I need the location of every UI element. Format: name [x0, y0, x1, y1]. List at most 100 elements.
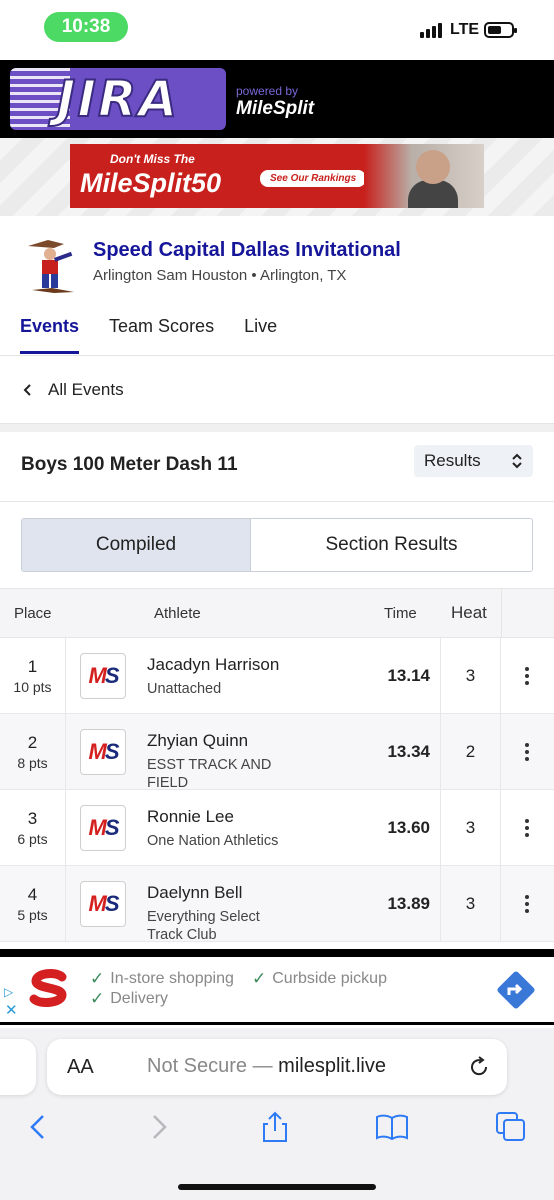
- event-title: Boys 100 Meter Dash 11: [21, 454, 238, 475]
- column-time: Time: [384, 605, 417, 622]
- cellular-signal-icon: [420, 22, 442, 38]
- results-view-select[interactable]: Results: [414, 445, 533, 477]
- bookmarks-icon[interactable]: [375, 1110, 409, 1144]
- directions-icon[interactable]: [493, 967, 539, 1013]
- browser-toolbar: AA Not Secure — milesplit.live: [0, 1028, 554, 1200]
- more-options-icon[interactable]: [515, 736, 539, 768]
- more-options-icon[interactable]: [515, 660, 539, 692]
- athlete-cell: Jacadyn Harrison Unattached: [147, 655, 347, 698]
- athlete-team: ESST TRACK AND FIELD: [147, 757, 272, 791]
- ad-feature: ✓ Curbside pickup: [252, 969, 387, 988]
- ad-cta-button[interactable]: See Our Rankings: [260, 170, 367, 187]
- share-icon[interactable]: [258, 1110, 292, 1144]
- home-indicator: [178, 1184, 376, 1190]
- ad-area: Don't Miss The MileSplit50 See Our Ranki…: [0, 138, 554, 216]
- result-time: 13.89: [387, 894, 430, 913]
- team-logo: MS: [80, 881, 126, 927]
- close-ad-icon[interactable]: ✕: [5, 1001, 18, 1019]
- milesplit-logo[interactable]: MileSplit: [236, 98, 314, 120]
- segment-compiled[interactable]: Compiled: [22, 519, 251, 571]
- network-type: LTE: [450, 21, 480, 38]
- place-number: 2: [27, 733, 38, 752]
- table-row[interactable]: 3 6 pts MS Ronnie Lee One Nation Athleti…: [0, 790, 554, 866]
- place-number: 1: [27, 657, 38, 676]
- back-icon[interactable]: [22, 1110, 56, 1144]
- domain-label: milesplit.live: [278, 1055, 386, 1077]
- tabs-icon[interactable]: [494, 1110, 528, 1144]
- milesplit50-ad-banner[interactable]: Don't Miss The MileSplit50 See Our Ranki…: [70, 144, 484, 208]
- ad-runner-head: [416, 150, 450, 184]
- team-logo: MS: [80, 653, 126, 699]
- place-cell: 2 8 pts: [0, 714, 66, 789]
- ad-headline: MileSplit50: [80, 168, 222, 198]
- heat-number: 3: [440, 638, 501, 713]
- table-row[interactable]: 4 5 pts MS Daelynn Bell Everything Selec…: [0, 866, 554, 944]
- more-options-icon[interactable]: [515, 812, 539, 844]
- back-label: All Events: [48, 379, 124, 399]
- meet-tabs: Events Team Scores Live: [20, 316, 277, 354]
- back-to-all-events[interactable]: All Events: [0, 356, 554, 424]
- result-time: 13.60: [387, 818, 430, 837]
- store-logo-icon: [27, 969, 71, 1007]
- result-time: 13.34: [387, 742, 430, 761]
- checkmark-icon: ✓: [90, 969, 105, 988]
- ad-feature: ✓ Delivery: [90, 989, 169, 1008]
- place-cell: 3 6 pts: [0, 790, 66, 865]
- site-header: JIRA powered by MileSplit: [0, 60, 554, 138]
- school-mascot-logo: [28, 240, 74, 293]
- ad-choices-icon[interactable]: ▷: [4, 985, 13, 999]
- table-row[interactable]: 1 10 pts MS Jacadyn Harrison Unattached …: [0, 638, 554, 714]
- place-points: 5 pts: [17, 907, 48, 923]
- chevron-left-icon: [23, 383, 31, 396]
- forward-icon[interactable]: [141, 1110, 175, 1144]
- tab-events[interactable]: Events: [20, 316, 80, 354]
- more-options-icon[interactable]: [515, 888, 539, 920]
- results-table: Place Athlete Time Heat 1 10 pts MS Jaca…: [0, 588, 554, 944]
- place-points: 8 pts: [17, 755, 48, 771]
- athlete-name[interactable]: Zhyian Quinn: [147, 731, 287, 751]
- column-place: Place: [14, 605, 52, 622]
- athlete-team: Everything Select Track Club: [147, 909, 260, 943]
- checkmark-icon: ✓: [252, 969, 267, 988]
- ad-divider: [0, 949, 554, 957]
- table-row[interactable]: 2 8 pts MS Zhyian Quinn ESST TRACK AND F…: [0, 714, 554, 791]
- previous-tab-preview[interactable]: [0, 1039, 36, 1095]
- jira-logo[interactable]: JIRA: [10, 68, 226, 130]
- battery-icon: [484, 22, 517, 38]
- address-bar[interactable]: AA Not Secure — milesplit.live: [47, 1039, 507, 1095]
- section-divider: [0, 424, 554, 432]
- heat-number: 2: [440, 714, 501, 789]
- team-logo: MS: [80, 729, 126, 775]
- bottom-ad[interactable]: ▷ ✕ ✓ In-store shopping ✓ Curbside pickup …: [0, 957, 554, 1025]
- status-time: 10:38: [44, 12, 128, 42]
- results-select-value: Results: [424, 451, 481, 470]
- ad-tagline: Don't Miss The: [110, 152, 195, 166]
- address-text: Not Secure — milesplit.live: [147, 1055, 386, 1078]
- team-logo: MS: [80, 805, 126, 851]
- tab-team-scores[interactable]: Team Scores: [109, 316, 214, 354]
- place-cell: 1 10 pts: [0, 638, 66, 713]
- reload-icon[interactable]: [467, 1055, 491, 1079]
- athlete-name[interactable]: Jacadyn Harrison: [147, 655, 347, 675]
- event-header: Boys 100 Meter Dash 11 Results: [0, 432, 554, 502]
- athlete-name[interactable]: Daelynn Bell: [147, 883, 287, 903]
- place-number: 3: [27, 809, 38, 828]
- powered-by-label: powered by: [236, 84, 299, 98]
- place-number: 4: [27, 885, 38, 904]
- meet-title[interactable]: Speed Capital Dallas Invitational: [93, 239, 401, 262]
- place-points: 10 pts: [13, 679, 52, 695]
- athlete-team: One Nation Athletics: [147, 833, 279, 849]
- tab-live[interactable]: Live: [244, 316, 277, 354]
- meet-location: Arlington Sam Houston • Arlington, TX: [93, 267, 347, 284]
- athlete-cell: Daelynn Bell Everything Select Track Clu…: [147, 883, 287, 944]
- segment-section-results[interactable]: Section Results: [251, 519, 532, 571]
- jira-logo-text: JIRA: [56, 69, 180, 129]
- meet-header: Speed Capital Dallas Invitational Arling…: [0, 216, 554, 356]
- athlete-name[interactable]: Ronnie Lee: [147, 807, 347, 827]
- text-size-button[interactable]: AA: [67, 1056, 94, 1079]
- result-time: 13.14: [387, 666, 430, 685]
- place-cell: 4 5 pts: [0, 866, 66, 941]
- status-bar: 10:38 LTE: [0, 0, 554, 60]
- column-heat: Heat: [451, 603, 487, 622]
- results-mode-toggle: Compiled Section Results: [21, 518, 533, 572]
